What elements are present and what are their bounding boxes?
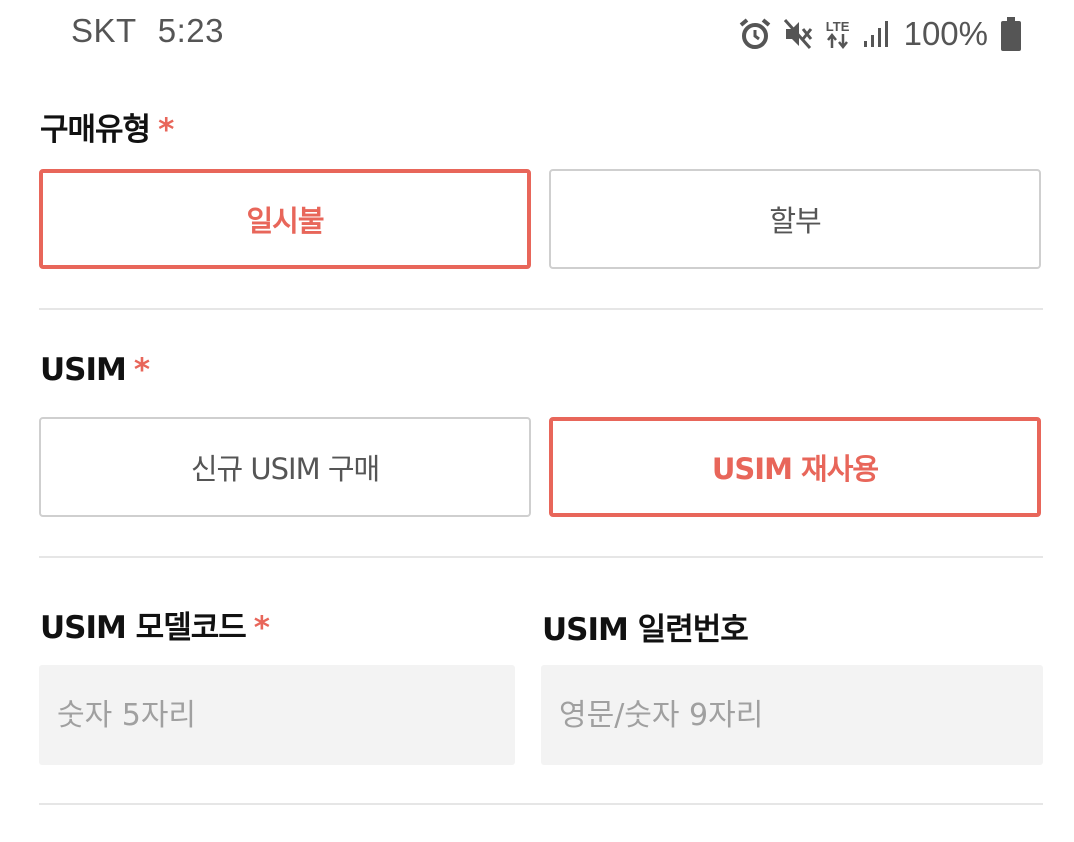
usim-serial-input[interactable] (541, 665, 1043, 765)
option-reuse-usim-label: USIM 재사용 (711, 452, 879, 486)
divider (39, 803, 1043, 805)
alarm-icon (738, 17, 772, 51)
status-bar-left: SKT 5:23 (71, 12, 224, 50)
lte-label: LTE (825, 18, 850, 34)
signal-icon (862, 19, 890, 49)
usim-serial-label: USIM 일련번호 (542, 612, 749, 648)
battery-percent: 100% (903, 15, 988, 52)
option-lump-sum[interactable]: 일시불 (39, 169, 531, 269)
usim-heading: USIM * (40, 352, 150, 388)
option-new-usim-label: 신규 USIM 구매 (190, 452, 380, 486)
usim-label: USIM (40, 352, 127, 388)
required-asterisk: * (133, 352, 150, 388)
option-lump-sum-label: 일시불 (246, 204, 324, 238)
mute-icon (783, 17, 814, 51)
divider (39, 308, 1043, 310)
usim-model-code-heading: USIM 모델코드 * (40, 602, 270, 647)
purchase-type-label: 구매유형 (40, 112, 151, 148)
usim-model-code-input[interactable] (39, 665, 515, 765)
usim-model-code-label: USIM 모델코드 (40, 610, 247, 646)
status-bar: SKT 5:23 LTE 100% (0, 0, 1074, 70)
option-reuse-usim[interactable]: USIM 재사용 (549, 417, 1041, 517)
required-asterisk: * (158, 112, 174, 148)
option-new-usim[interactable]: 신규 USIM 구매 (39, 417, 531, 517)
lte-icon: LTE (826, 20, 850, 49)
battery-icon (1000, 16, 1022, 52)
required-asterisk: * (253, 610, 270, 646)
clock: 5:23 (157, 12, 224, 49)
option-installment[interactable]: 할부 (549, 169, 1041, 269)
usim-serial-heading: USIM 일련번호 (542, 604, 749, 649)
option-installment-label: 할부 (769, 204, 821, 238)
status-bar-right: LTE 100% (738, 12, 1022, 56)
purchase-type-heading: 구매유형 * (40, 104, 174, 149)
carrier-label: SKT (71, 12, 137, 49)
divider (39, 556, 1043, 558)
